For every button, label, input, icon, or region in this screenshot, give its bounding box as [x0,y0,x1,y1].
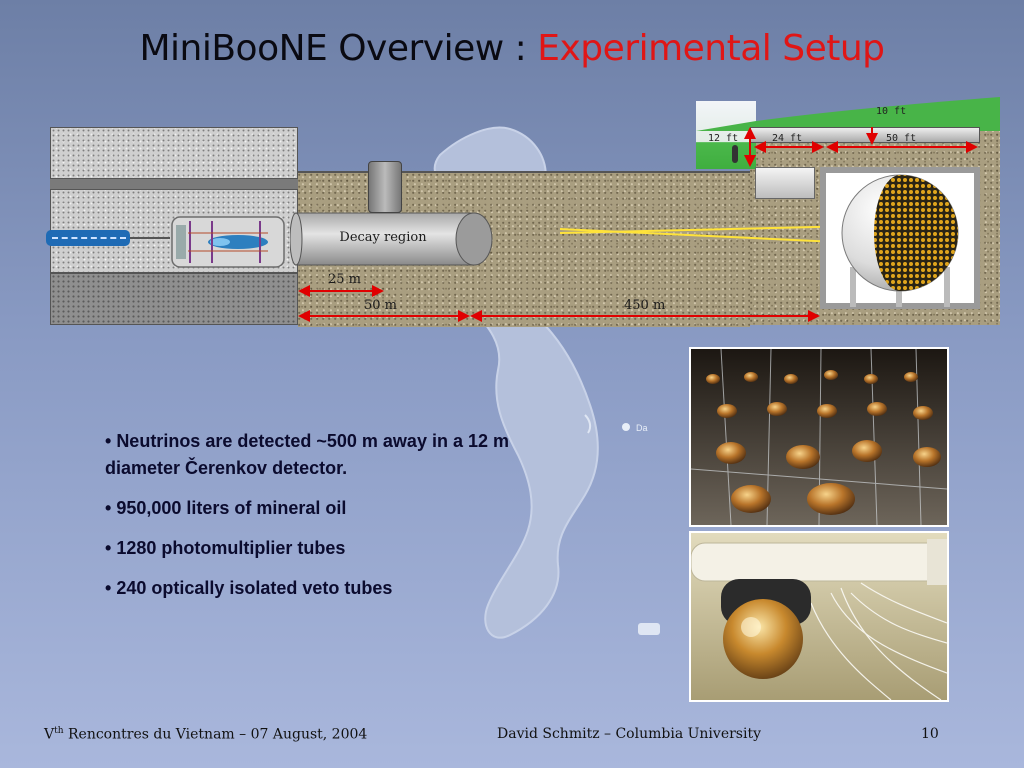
bullet-item: • 240 optically isolated veto tubes [105,578,393,598]
footer-superscript: th [54,726,64,736]
title-accent: Experimental Setup [537,28,885,69]
page-number: 10 [921,726,939,742]
footer-prefix: V [44,726,55,743]
island-shape [638,623,660,635]
pmt-array-photo [689,347,949,527]
pmt-array-illustration [691,349,947,525]
bullet-list: • Neutrinos are detected ~500 m away in … [105,428,585,615]
label-25m: 25 m [328,272,362,287]
footer-author: David Schmitz – Columbia University [497,726,761,742]
footer-conference: Vth Rencontres du Vietnam – 07 August, 2… [44,726,367,743]
bullet-item: • 1280 photomultiplier tubes [105,538,346,558]
label-12ft: 12 ft [708,133,739,144]
bullet-text: Neutrinos are detected ~500 m away in a … [105,431,509,478]
bullet-text: 1280 photomultiplier tubes [116,538,346,558]
bullet-item: • Neutrinos are detected ~500 m away in … [105,431,509,478]
dimension-arrows [298,127,978,322]
title-main: MiniBooNE Overview : [139,28,538,69]
bullet-text: 240 optically isolated veto tubes [116,578,393,598]
city-label: Da [636,423,648,433]
label-450m: 450 m [624,298,666,313]
surface-hill [696,97,1000,131]
slide-title: MiniBooNE Overview : Experimental Setup [0,28,1024,69]
bullet-text: 950,000 liters of mineral oil [116,498,347,518]
city-dot [622,423,630,431]
label-50m: 50 m [364,298,398,313]
pmt-closeup-illustration [691,533,947,700]
beamline-diagram: Decay region 25 m 50 m 450 m 10 ft 12 ft… [46,97,1000,327]
footer-suffix: Rencontres du Vietnam – 07 August, 2004 [63,726,368,743]
label-10ft: 10 ft [876,106,907,117]
pmt-closeup-photo [689,531,949,702]
bullet-item: • 950,000 liters of mineral oil [105,498,347,518]
label-50ft: 50 ft [886,133,917,144]
label-24ft: 24 ft [772,133,803,144]
